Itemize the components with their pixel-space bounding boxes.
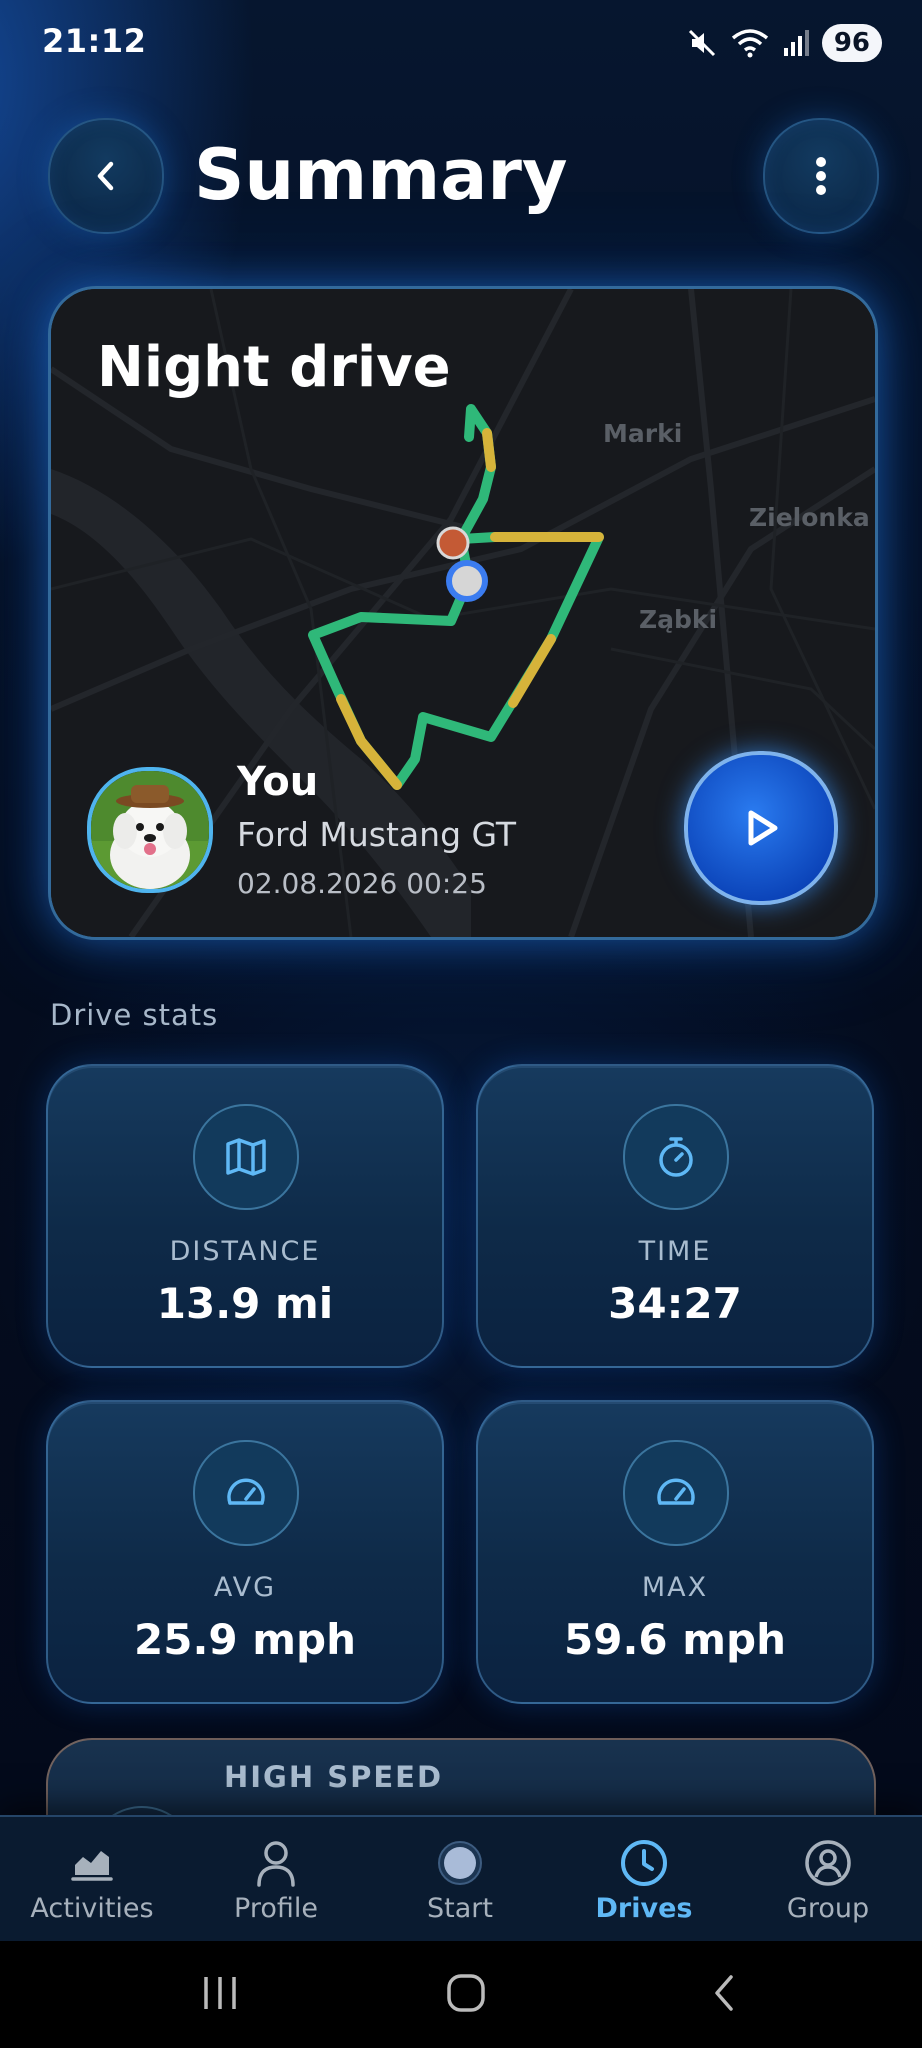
- group-icon: [736, 1835, 920, 1891]
- nav-item-start[interactable]: Start: [368, 1817, 552, 1943]
- nav-label-group: Group: [786, 1893, 870, 1924]
- distance-label: DISTANCE: [169, 1236, 321, 1267]
- speedometer-icon: [623, 1440, 729, 1546]
- recent-apps-icon: [204, 1977, 236, 2009]
- drive-title: Night drive: [97, 335, 451, 400]
- stat-card-avg-speed: AVG 25.9 mph: [46, 1400, 444, 1704]
- time-label: TIME: [638, 1236, 712, 1267]
- map-label-marki: Marki: [603, 419, 683, 448]
- high-speed-label: HIGH SPEED: [224, 1760, 444, 1794]
- mute-icon: [688, 29, 715, 57]
- battery-indicator: 96: [821, 24, 882, 62]
- avg-value: 25.9 mph: [134, 1615, 356, 1664]
- max-value: 59.6 mph: [564, 1615, 786, 1664]
- nav-label-drives: Drives: [595, 1893, 693, 1924]
- nav-label-activities: Activities: [30, 1893, 154, 1924]
- system-nav-bar: [0, 1941, 922, 2048]
- dog-avatar-image: [91, 771, 209, 889]
- drive-stats-heading: Drive stats: [50, 998, 219, 1032]
- play-icon: [748, 810, 778, 846]
- bottom-nav: Activities Profile Start Drives Group: [0, 1815, 922, 1943]
- signal-icon: [783, 30, 809, 56]
- start-dot-icon: [368, 1835, 552, 1891]
- more-options-button[interactable]: [763, 118, 879, 234]
- stat-card-time: TIME 34:27: [476, 1064, 874, 1368]
- home-button[interactable]: [426, 1961, 506, 2025]
- map-label-zabki: Ząbki: [639, 605, 718, 634]
- start-marker: [436, 526, 470, 560]
- driver-name: You: [237, 759, 319, 805]
- end-marker: [446, 560, 488, 602]
- recent-apps-button[interactable]: [180, 1961, 260, 2025]
- status-icons: 96: [686, 24, 882, 62]
- time-value: 34:27: [608, 1279, 742, 1328]
- home-icon: [447, 1974, 485, 2012]
- play-replay-button[interactable]: [684, 751, 838, 905]
- car-name: Ford Mustang GT: [237, 815, 517, 854]
- wifi-icon: [731, 29, 768, 58]
- more-vertical-icon: [816, 157, 826, 195]
- clock-icon: [552, 1835, 736, 1891]
- nav-item-drives[interactable]: Drives: [552, 1817, 736, 1943]
- nav-item-profile[interactable]: Profile: [184, 1817, 368, 1943]
- map-icon: [193, 1104, 299, 1210]
- avatar[interactable]: [87, 767, 213, 893]
- distance-value: 13.9 mi: [156, 1279, 334, 1328]
- back-button[interactable]: [48, 118, 164, 234]
- nav-item-activities[interactable]: Activities: [0, 1817, 184, 1943]
- drive-summary-card[interactable]: Marki Zielonka Ząbki Night drive You For…: [48, 286, 878, 940]
- nav-label-start: Start: [427, 1893, 493, 1924]
- status-bar: 21:12 96: [0, 0, 922, 90]
- avg-label: AVG: [213, 1572, 277, 1603]
- chart-icon: [0, 1835, 184, 1891]
- system-back-button[interactable]: [684, 1961, 764, 2025]
- stopwatch-icon: [623, 1104, 729, 1210]
- status-time: 21:12: [42, 22, 147, 60]
- page-title: Summary: [194, 134, 568, 216]
- back-arrow-icon: [715, 1975, 733, 2011]
- map-label-zielonka: Zielonka: [749, 503, 870, 532]
- person-icon: [184, 1835, 368, 1891]
- nav-label-profile: Profile: [234, 1893, 318, 1924]
- nav-item-group[interactable]: Group: [736, 1817, 920, 1943]
- speedometer-icon: [193, 1440, 299, 1546]
- drive-datetime: 02.08.2026 00:25: [237, 867, 487, 900]
- chevron-left-icon: [97, 161, 114, 191]
- max-label: MAX: [641, 1572, 709, 1603]
- stat-card-distance: DISTANCE 13.9 mi: [46, 1064, 444, 1368]
- stat-card-max-speed: MAX 59.6 mph: [476, 1400, 874, 1704]
